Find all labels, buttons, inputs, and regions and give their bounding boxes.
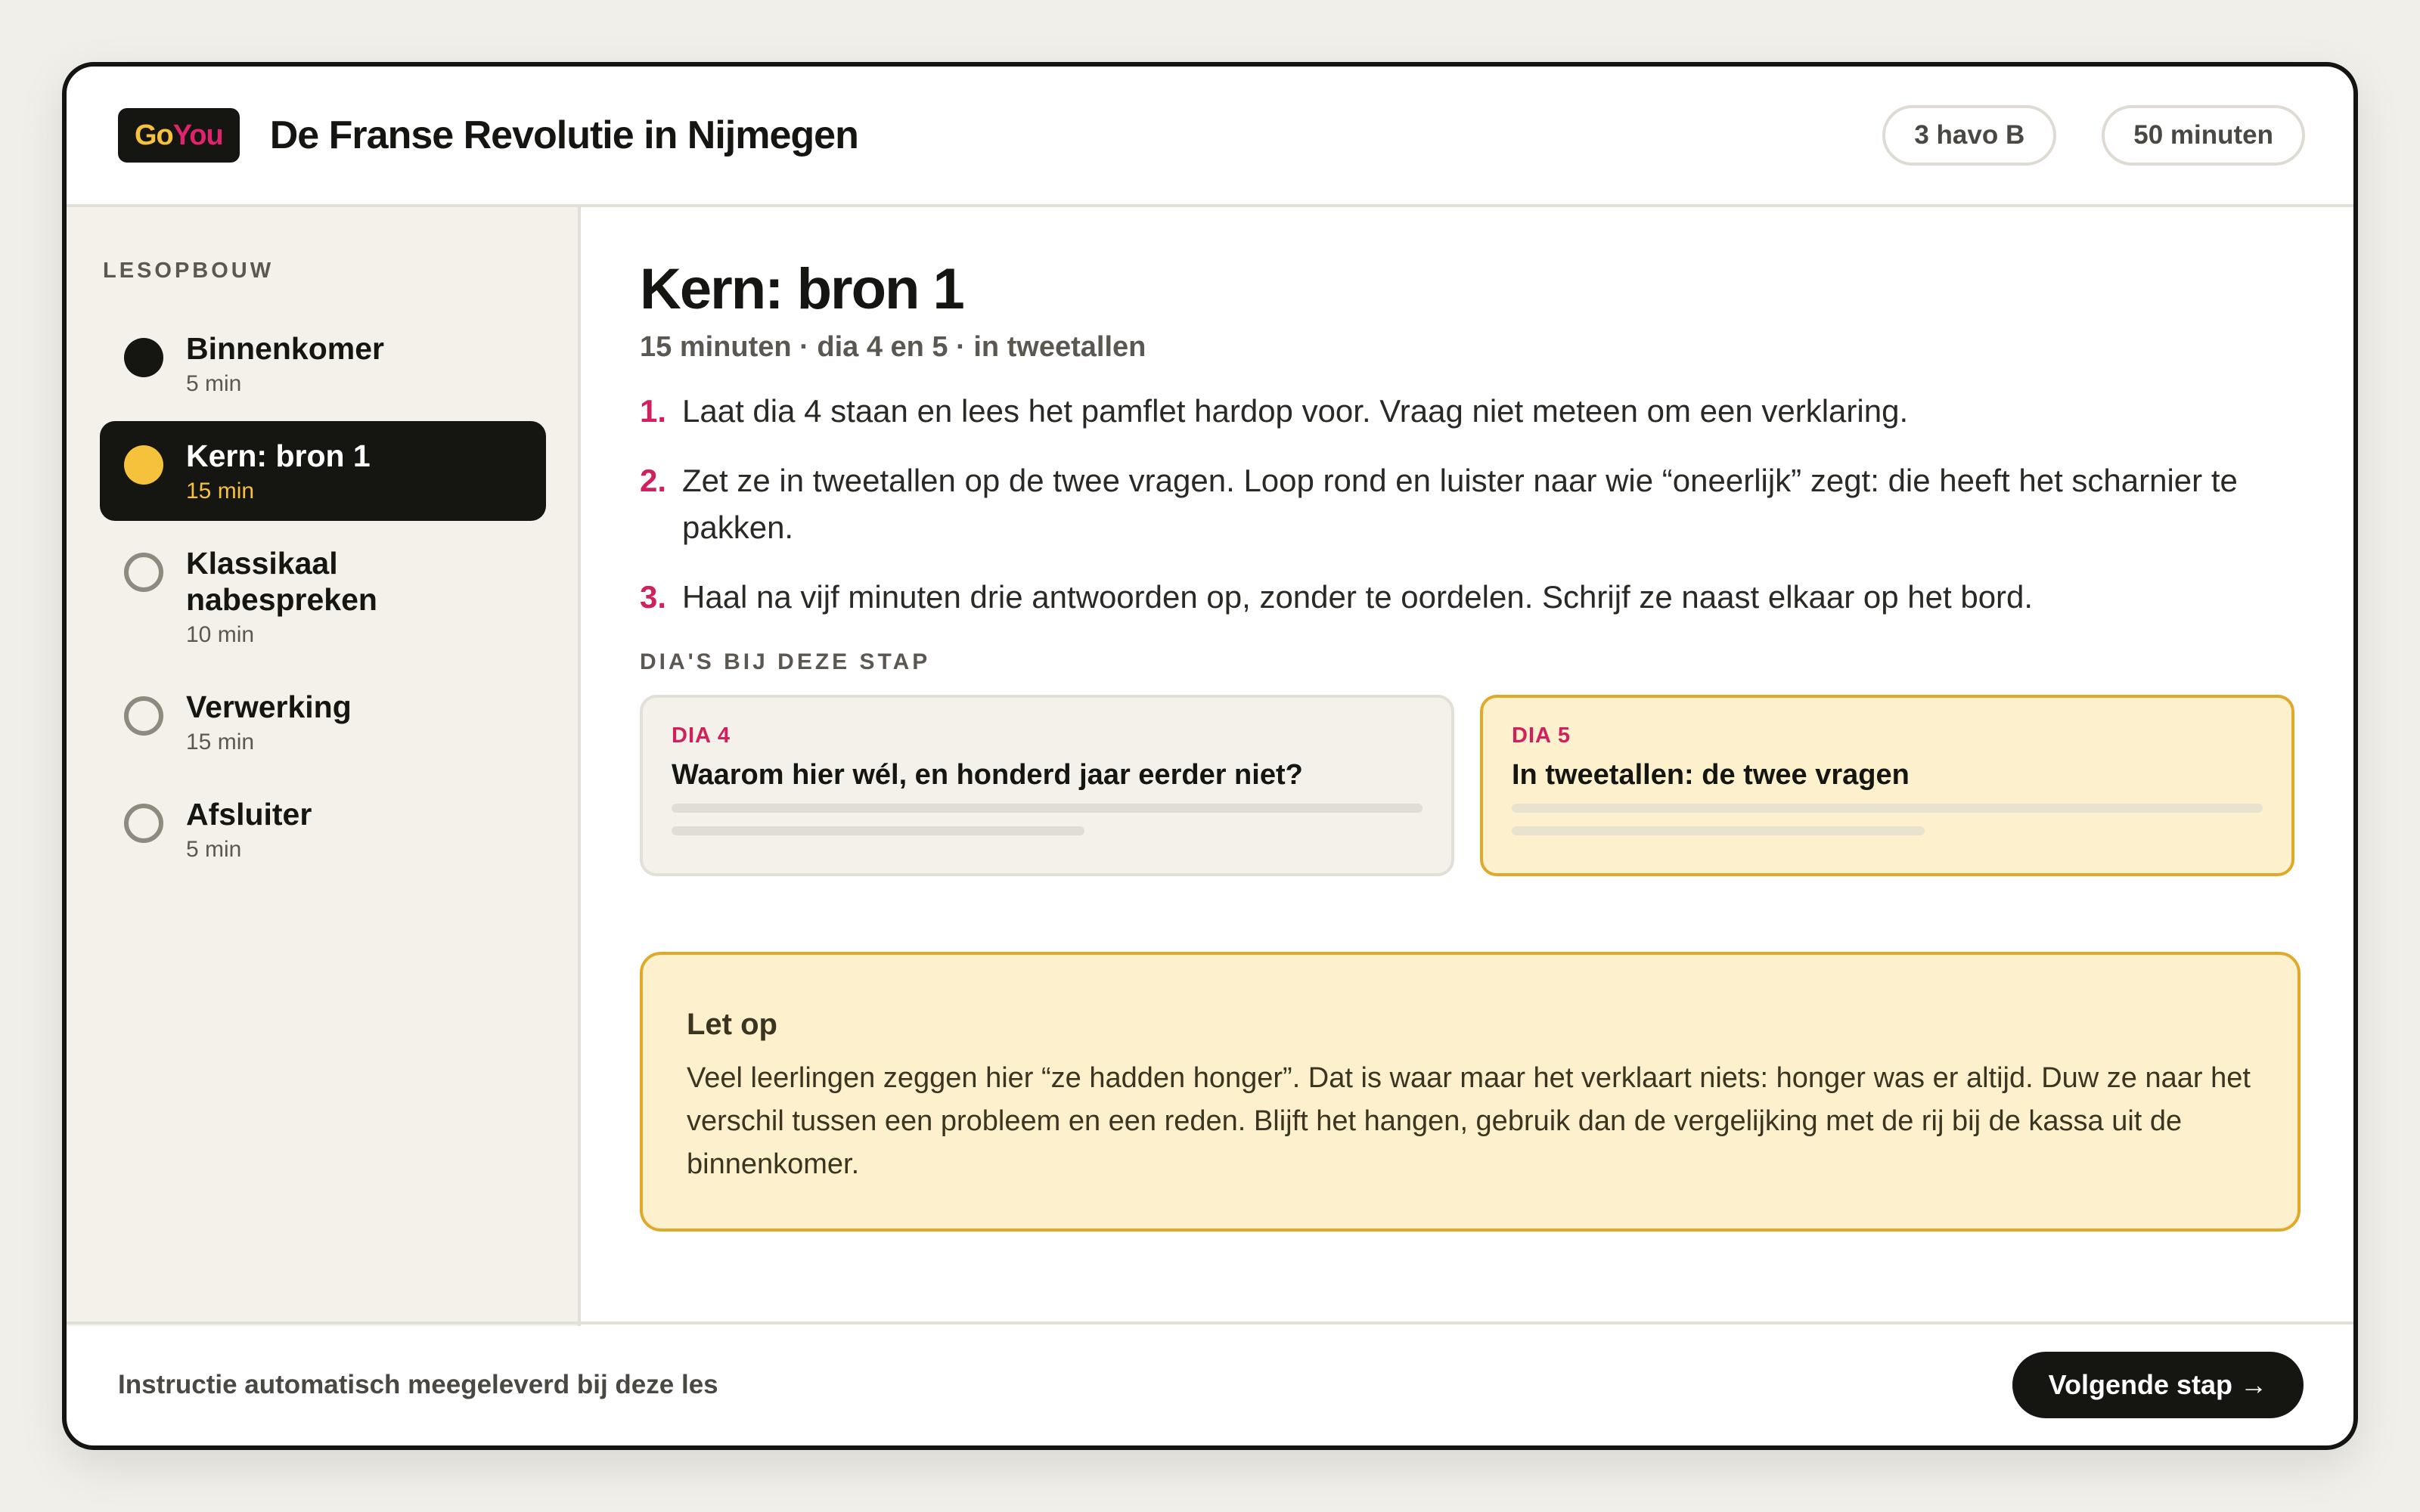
logo-you-text: You [172, 119, 224, 151]
instruction-number: 3. [640, 579, 667, 615]
sidebar-heading: LESOPBOUW [103, 259, 275, 283]
slide-title: Waarom hier wél, en honderd jaar eerder … [672, 759, 1303, 791]
sidebar-step-verwerking[interactable]: Verwerking 15 min [100, 672, 546, 772]
slide-tag: DIA 5 [1512, 723, 1571, 748]
lesson-title: De Franse Revolutie in Nijmegen [269, 113, 859, 157]
footer: Instructie automatisch meegeleverd bij d… [67, 1321, 2353, 1445]
header-chips: 3 havo B 50 minuten [1882, 105, 2305, 166]
step-done-dot-icon [124, 338, 163, 377]
instruction-number: 1. [640, 393, 667, 429]
slide-card-dia-5[interactable]: DIA 5 In tweetallen: de twee vragen [1480, 695, 2294, 876]
app-window: Go You De Franse Revolutie in Nijmegen 3 … [62, 62, 2358, 1450]
slide-placeholder-line [1512, 826, 1925, 835]
step-meta: 15 minuten · dia 4 en 5 · in tweetallen [640, 331, 1146, 363]
step-current-dot-icon [124, 445, 163, 485]
logo-go-text: Go [135, 119, 174, 151]
sidebar-step-afsluiter[interactable]: Afsluiter 5 min [100, 779, 546, 879]
instruction-item: 1. Laat dia 4 staan en lees het pamflet … [640, 388, 2294, 435]
class-chip[interactable]: 3 havo B [1882, 105, 2057, 166]
instruction-text: Haal na vijf minuten drie antwoorden op,… [682, 579, 2034, 615]
step-name: Kern: bron 1 [186, 438, 371, 473]
sidebar-step-klassikaal-nabespreken[interactable]: Klassikaal nabespreken 10 min [100, 528, 546, 665]
slide-title: In tweetallen: de twee vragen [1512, 759, 1910, 791]
sidebar-step-kern-bron-1[interactable]: Kern: bron 1 15 min [100, 421, 546, 521]
slide-placeholder-line [672, 804, 1423, 813]
instruction-item: 3. Haal na vijf minuten drie antwoorden … [640, 574, 2294, 621]
sidebar-lesson-structure: LESOPBOUW Binnenkomer 5 min Kern: bron 1… [67, 207, 581, 1326]
next-step-button[interactable]: Volgende stap → [2012, 1352, 2304, 1418]
step-time: 15 min [186, 479, 255, 503]
attention-note: Let op Veel leerlingen zeggen hier “ze h… [640, 952, 2301, 1232]
main-content: Kern: bron 1 15 minuten · dia 4 en 5 · i… [581, 207, 2353, 1326]
step-todo-circle-icon [124, 553, 163, 592]
step-time: 10 min [186, 622, 255, 647]
slide-tag: DIA 4 [672, 723, 731, 748]
step-todo-circle-icon [124, 804, 163, 843]
duration-chip[interactable]: 50 minuten [2102, 105, 2305, 166]
instruction-number: 2. [640, 463, 667, 498]
step-time: 5 min [186, 837, 242, 862]
instruction-text: Zet ze in tweetallen op de twee vragen. … [682, 463, 2238, 545]
step-time: 5 min [186, 371, 242, 396]
instruction-text: Laat dia 4 staan en lees het pamflet har… [682, 393, 1909, 429]
slides-section-label: DIA'S BIJ DEZE STAP [640, 649, 931, 674]
step-time: 15 min [186, 730, 255, 754]
header: Go You De Franse Revolutie in Nijmegen 3 … [67, 67, 2353, 207]
instruction-item: 2. Zet ze in tweetallen op de twee vrage… [640, 457, 2294, 551]
step-todo-circle-icon [124, 696, 163, 736]
slide-card-dia-4[interactable]: DIA 4 Waarom hier wél, en honderd jaar e… [640, 695, 1454, 876]
step-title: Kern: bron 1 [640, 257, 965, 321]
sidebar-step-binnenkomer[interactable]: Binnenkomer 5 min [100, 314, 546, 414]
footer-info-text: Instructie automatisch meegeleverd bij d… [118, 1370, 718, 1399]
step-name: Afsluiter [186, 797, 312, 832]
slide-placeholder-line [1512, 804, 2263, 813]
slide-placeholder-line [672, 826, 1085, 835]
step-name: Verwerking [186, 689, 352, 724]
note-title: Let op [687, 1008, 777, 1041]
note-body: Veel leerlingen zeggen hier “ze hadden h… [687, 1062, 2251, 1180]
slide-cards: DIA 4 Waarom hier wél, en honderd jaar e… [640, 695, 2294, 876]
step-name: Binnenkomer [186, 331, 384, 366]
instruction-list: 1. Laat dia 4 staan en lees het pamflet … [640, 388, 2294, 621]
step-name: Klassikaal nabespreken [186, 546, 377, 617]
goyou-logo[interactable]: Go You [118, 108, 240, 163]
